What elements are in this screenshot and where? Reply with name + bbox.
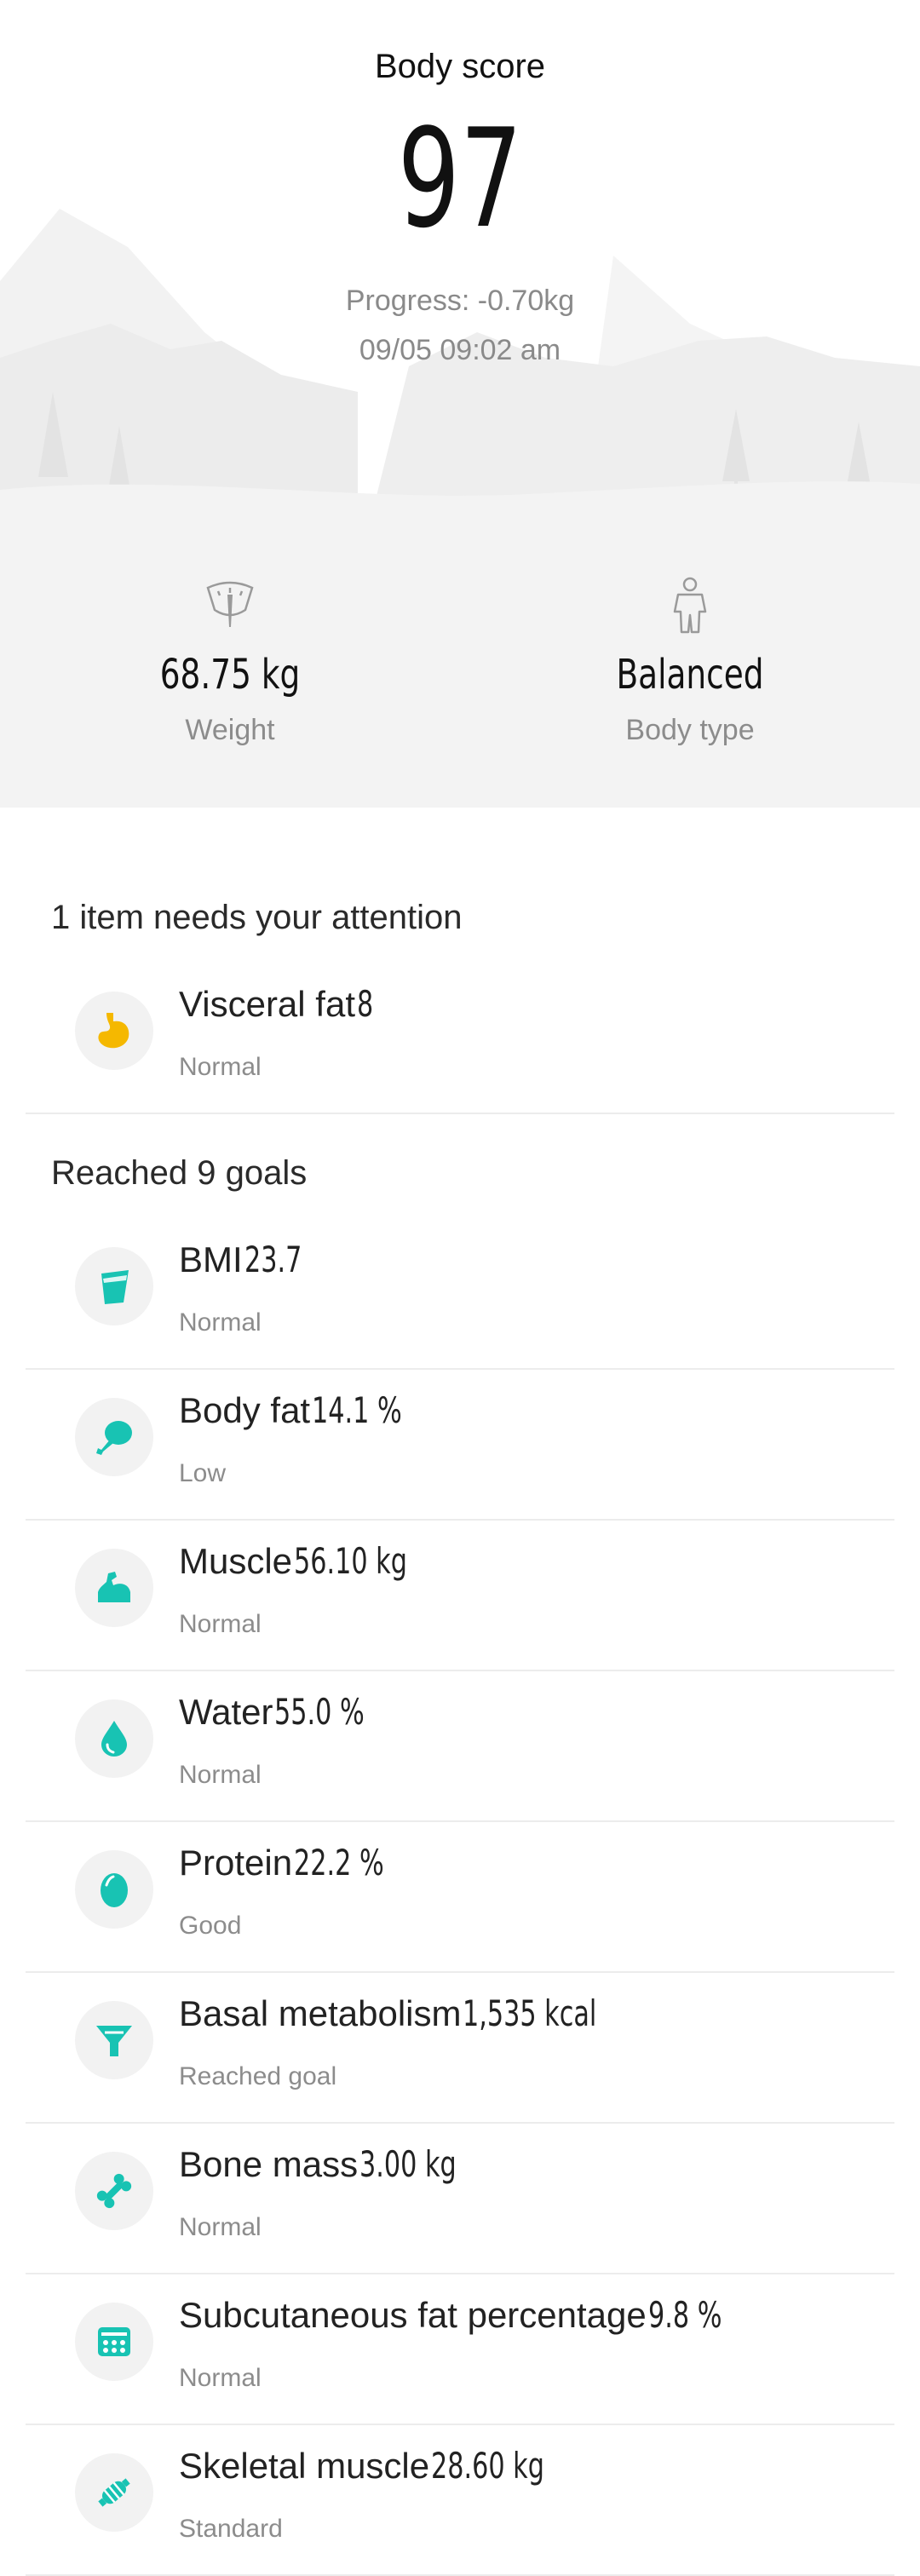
icon-circle — [75, 1549, 153, 1627]
row-title: Skeletal muscle28.60 kg — [179, 2445, 589, 2487]
item-name: Subcutaneous fat percentage — [179, 2295, 647, 2335]
item-value: 28.60 kg — [431, 2445, 545, 2487]
item-status: Normal — [179, 1761, 262, 1789]
list-item-bmi[interactable]: BMI23.7 Normal — [26, 1220, 894, 1370]
item-name: BMI — [179, 1239, 243, 1279]
item-name: Water — [179, 1692, 273, 1732]
row-title: Protein22.2 % — [179, 1842, 419, 1883]
item-value: 14.1 % — [312, 1389, 402, 1431]
icon-circle — [75, 1850, 153, 1929]
item-value: 22.2 % — [294, 1842, 384, 1883]
bicep-icon — [98, 1572, 130, 1602]
item-name: Visceral fat — [179, 984, 355, 1024]
list-item-basal-metabolism[interactable]: Basal metabolism1,535 kcal Reached goal — [26, 1974, 894, 2124]
measurement-date: 09/05 09:02 am — [359, 334, 561, 366]
row-title: Bone mass3.00 kg — [179, 2143, 494, 2185]
list-item-muscle[interactable]: Muscle56.10 kg Normal — [26, 1521, 894, 1671]
icon-circle — [75, 2152, 153, 2230]
weight-label: Weight — [185, 714, 275, 746]
row-title: Water55.0 % — [179, 1691, 400, 1733]
body-type-value: Balanced — [616, 651, 764, 699]
row-title: Basal metabolism1,535 kcal — [179, 1992, 649, 2034]
list-item-body-fat[interactable]: Body fat14.1 % Low — [26, 1371, 894, 1521]
item-status: Normal — [179, 2364, 262, 2392]
list-item-skeletal-muscle[interactable]: Skeletal muscle28.60 kg Standard — [26, 2426, 894, 2576]
item-status: Standard — [179, 2515, 283, 2543]
drumstick-icon — [96, 1421, 132, 1455]
icon-circle — [75, 1699, 153, 1778]
bone-icon — [96, 2173, 132, 2209]
progress-text: Progress: -0.70kg — [345, 285, 575, 317]
list-item-water[interactable]: Water55.0 % Normal — [26, 1672, 894, 1822]
item-status: Low — [179, 1459, 227, 1487]
skeletal-muscle-icon — [98, 2478, 130, 2507]
goals-heading: Reached 9 goals — [51, 1154, 308, 1192]
list-item-bone-mass[interactable]: Bone mass3.00 kg Normal — [26, 2125, 894, 2274]
item-value: 3.00 kg — [359, 2143, 457, 2185]
item-name: Protein — [179, 1843, 293, 1883]
item-status: Normal — [179, 2213, 262, 2241]
item-value: 9.8 % — [647, 2294, 722, 2336]
stomach-icon — [98, 1013, 129, 1049]
cup-icon — [101, 1270, 129, 1304]
icon-circle — [75, 2453, 153, 2532]
scale-icon — [206, 581, 254, 627]
item-value: 56.10 kg — [294, 1540, 407, 1582]
item-name: Muscle — [179, 1541, 293, 1581]
row-title: Subcutaneous fat percentage9.8 % — [179, 2294, 750, 2336]
icon-circle — [75, 2303, 153, 2381]
person-icon — [673, 577, 707, 634]
list-item-visceral-fat[interactable]: Visceral fat8 Normal — [26, 964, 894, 1114]
attention-heading: 1 item needs your attention — [51, 899, 463, 936]
body-score-value: 97 — [397, 99, 523, 258]
list-item-protein[interactable]: Protein22.2 % Good — [26, 1823, 894, 1973]
row-title: Visceral fat8 — [179, 983, 380, 1025]
body-type-stat[interactable]: Balanced Body type — [460, 576, 920, 747]
item-name: Body fat — [179, 1390, 311, 1430]
list-item-subcutaneous-fat[interactable]: Subcutaneous fat percentage9.8 % Normal — [26, 2275, 894, 2425]
item-value: 1,535 kcal — [463, 1992, 597, 2034]
row-title: Body fat14.1 % — [179, 1389, 437, 1431]
item-value: 55.0 % — [274, 1691, 365, 1733]
row-title: Muscle56.10 kg — [179, 1540, 451, 1582]
item-name: Bone mass — [179, 2144, 359, 2184]
weight-stat[interactable]: 68.75 kg Weight — [0, 576, 460, 747]
summary-stats: 68.75 kg Weight Balanced Body type — [0, 503, 920, 808]
weight-value: 68.75 kg — [159, 651, 301, 699]
grid-icon — [98, 2327, 130, 2356]
item-value: 23.7 — [244, 1239, 302, 1280]
icon-circle — [75, 1398, 153, 1476]
page-title: Body score — [374, 48, 546, 85]
item-status: Reached goal — [179, 2062, 337, 2090]
icon-circle — [75, 1247, 153, 1325]
icon-circle — [75, 2001, 153, 2079]
water-drop-icon — [101, 1721, 127, 1757]
hero-section: Body score 97 Progress: -0.70kg 09/05 09… — [0, 0, 920, 503]
item-name: Skeletal muscle — [179, 2446, 430, 2486]
egg-icon — [101, 1873, 128, 1907]
funnel-icon — [96, 2026, 132, 2056]
item-status: Normal — [179, 1053, 262, 1081]
item-status: Good — [179, 1912, 242, 1940]
item-status: Normal — [179, 1308, 262, 1337]
icon-circle — [75, 992, 153, 1070]
item-value: 8 — [357, 983, 374, 1025]
body-type-label: Body type — [625, 714, 755, 746]
item-status: Normal — [179, 1610, 262, 1638]
row-title: BMI23.7 — [179, 1239, 324, 1280]
item-name: Basal metabolism — [179, 1993, 462, 2033]
